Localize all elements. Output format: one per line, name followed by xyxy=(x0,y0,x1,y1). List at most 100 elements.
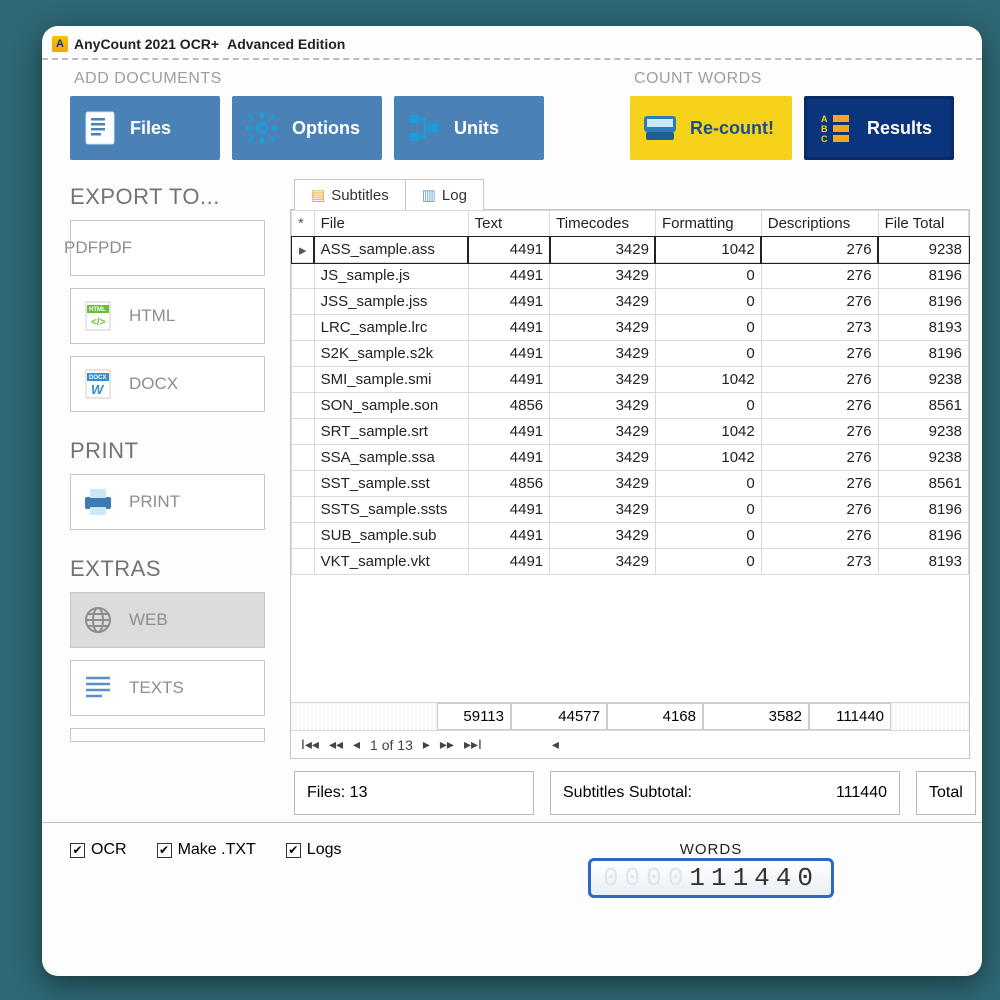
print-button[interactable]: PRINT xyxy=(70,474,265,530)
total-descriptions: 3582 xyxy=(703,703,809,730)
status-subtotal-label: Subtitles Subtotal: xyxy=(563,784,692,802)
recount-button[interactable]: Re-count! xyxy=(630,96,792,160)
table-row[interactable]: SST_sample.sst4856342902768561 xyxy=(292,471,969,497)
col-total[interactable]: File Total xyxy=(878,211,968,237)
export-heading: EXPORT TO... xyxy=(70,184,290,210)
html-icon: HTML</> xyxy=(81,299,115,333)
print-heading: PRINT xyxy=(70,438,290,464)
col-marker: * xyxy=(292,211,315,237)
ribbon-group-count: COUNT WORDS Re-count! ABC Results xyxy=(630,66,954,160)
checkbox-make-txt[interactable]: ✔ Make .TXT xyxy=(157,841,256,859)
col-descriptions[interactable]: Descriptions xyxy=(761,211,878,237)
svg-text:B: B xyxy=(821,124,828,134)
app-edition: Advanced Edition xyxy=(227,36,345,52)
words-label: WORDS xyxy=(588,841,834,858)
files-label: Files xyxy=(130,118,171,139)
extras-texts-button[interactable]: TEXTS xyxy=(70,660,265,716)
pager-last[interactable]: ▸▸I xyxy=(464,736,482,753)
files-icon xyxy=(82,110,118,146)
words-display: WORDS 0000111440 xyxy=(588,841,834,898)
results-button[interactable]: ABC Results xyxy=(804,96,954,160)
status-total-label: Total xyxy=(929,784,963,802)
status-subtotal-value: 111440 xyxy=(836,784,887,802)
sidebar: EXPORT TO... PDF PDF HTML</> HTML DOCXW … xyxy=(70,178,290,800)
status-files: Files: 13 xyxy=(294,771,534,815)
app-icon: A xyxy=(52,36,68,52)
table-row[interactable]: JSS_sample.jss4491342902768196 xyxy=(292,289,969,315)
checkbox-logs-label: Logs xyxy=(307,841,342,859)
text-lines-icon xyxy=(81,671,115,705)
col-file[interactable]: File xyxy=(314,211,468,237)
export-html-button[interactable]: HTML</> HTML xyxy=(70,288,265,344)
table-row[interactable]: SON_sample.son4856342902768561 xyxy=(292,393,969,419)
ribbon: ADD DOCUMENTS Files Options xyxy=(42,60,982,160)
content: EXPORT TO... PDF PDF HTML</> HTML DOCXW … xyxy=(42,160,982,800)
files-button[interactable]: Files xyxy=(70,96,220,160)
svg-text:W: W xyxy=(91,382,105,397)
table-row[interactable]: SMI_sample.smi4491342910422769238 xyxy=(292,367,969,393)
col-timecodes[interactable]: Timecodes xyxy=(550,211,656,237)
checkbox-make-txt-label: Make .TXT xyxy=(178,841,256,859)
units-icon xyxy=(406,110,442,146)
total-formatting: 4168 xyxy=(607,703,703,730)
recount-label: Re-count! xyxy=(690,118,774,139)
status-total: Total xyxy=(916,771,976,815)
table-row[interactable]: SSTS_sample.ssts4491342902768196 xyxy=(292,497,969,523)
svg-text:DOCX: DOCX xyxy=(89,375,106,381)
status-files-label: Files: 13 xyxy=(307,784,367,802)
tab-subtitles-label: Subtitles xyxy=(331,187,389,204)
table-row[interactable]: S2K_sample.s2k4491342902768196 xyxy=(292,341,969,367)
checkbox-ocr[interactable]: ✔ OCR xyxy=(70,841,127,859)
total-all: 111440 xyxy=(809,703,891,730)
words-lcd: 0000111440 xyxy=(588,858,834,898)
pager-first[interactable]: I◂◂ xyxy=(301,736,319,753)
pager-label: 1 of 13 xyxy=(370,737,413,753)
footer: ✔ OCR ✔ Make .TXT ✔ Logs WORDS 000011144… xyxy=(42,822,982,898)
results-table[interactable]: * File Text Timecodes Formatting Descrip… xyxy=(291,210,969,575)
main-panel: ▤ Subtitles ▥ Log * File Text Timecodes xyxy=(290,178,982,800)
totals-row: 59113 44577 4168 3582 111440 xyxy=(291,702,969,730)
tab-log[interactable]: ▥ Log xyxy=(405,179,484,210)
ribbon-label-count: COUNT WORDS xyxy=(634,70,954,88)
ribbon-label-add: ADD DOCUMENTS xyxy=(74,70,544,88)
pager-scroll-left[interactable]: ◂ xyxy=(552,736,559,753)
col-text[interactable]: Text xyxy=(468,211,550,237)
export-html-label: HTML xyxy=(129,306,175,326)
options-button[interactable]: Options xyxy=(232,96,382,160)
export-docx-button[interactable]: DOCXW DOCX xyxy=(70,356,265,412)
svg-text:HTML: HTML xyxy=(89,307,106,313)
table-row[interactable]: SSA_sample.ssa4491342910422769238 xyxy=(292,445,969,471)
log-icon: ▥ xyxy=(422,186,436,204)
pager-prevpage[interactable]: ◂◂ xyxy=(329,736,343,753)
col-formatting[interactable]: Formatting xyxy=(655,211,761,237)
printer-icon xyxy=(81,485,115,519)
export-pdf-button[interactable]: PDF PDF xyxy=(70,220,265,276)
export-pdf-label: PDF xyxy=(98,238,132,258)
table-row[interactable]: VKT_sample.vkt4491342902738193 xyxy=(292,549,969,575)
units-label: Units xyxy=(454,118,499,139)
options-label: Options xyxy=(292,118,360,139)
units-button[interactable]: Units xyxy=(394,96,544,160)
gear-icon xyxy=(244,110,280,146)
pager: I◂◂ ◂◂ ◂ 1 of 13 ▸ ▸▸ ▸▸I ◂ xyxy=(291,730,969,758)
tab-subtitles[interactable]: ▤ Subtitles xyxy=(294,179,406,210)
checkbox-logs[interactable]: ✔ Logs xyxy=(286,841,342,859)
results-label: Results xyxy=(867,118,932,139)
status-subtotal: Subtitles Subtotal: 111440 xyxy=(550,771,900,815)
svg-text:A: A xyxy=(821,114,828,124)
table-row[interactable]: LRC_sample.lrc4491342902738193 xyxy=(292,315,969,341)
tabs: ▤ Subtitles ▥ Log xyxy=(294,178,982,209)
ribbon-group-add: ADD DOCUMENTS Files Options xyxy=(70,66,544,160)
globe-icon xyxy=(81,603,115,637)
pager-nextpage[interactable]: ▸▸ xyxy=(440,736,454,753)
pager-next[interactable]: ▸ xyxy=(423,736,430,753)
extras-more-button[interactable] xyxy=(70,728,265,742)
pager-prev[interactable]: ◂ xyxy=(353,736,360,753)
table-row[interactable]: SUB_sample.sub4491342902768196 xyxy=(292,523,969,549)
check-icon: ✔ xyxy=(157,843,172,858)
extras-web-button[interactable]: WEB xyxy=(70,592,265,648)
results-icon: ABC xyxy=(819,110,855,146)
table-row[interactable]: ▸ASS_sample.ass4491342910422769238 xyxy=(292,237,969,263)
table-row[interactable]: SRT_sample.srt4491342910422769238 xyxy=(292,419,969,445)
table-row[interactable]: JS_sample.js4491342902768196 xyxy=(292,263,969,289)
